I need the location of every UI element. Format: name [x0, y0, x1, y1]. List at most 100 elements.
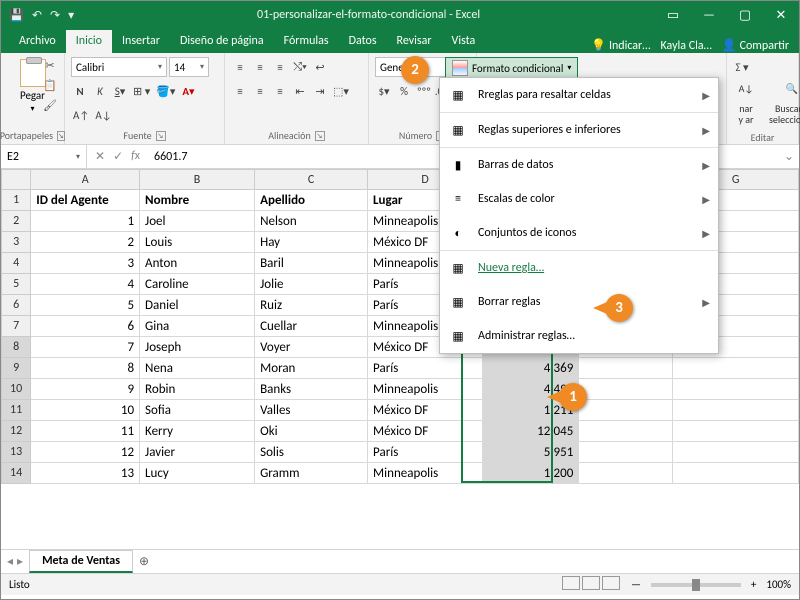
- tab-insertar[interactable]: Insertar: [112, 30, 170, 53]
- row-header[interactable]: 4: [2, 253, 31, 274]
- menu-item[interactable]: ▮ Barras de datos ▶: [440, 147, 718, 182]
- cell[interactable]: Baril: [255, 253, 368, 274]
- cell[interactable]: Minneapolis: [368, 463, 483, 484]
- col-header[interactable]: A: [31, 170, 140, 190]
- indent-inc-icon[interactable]: ⇥: [311, 81, 329, 101]
- cell[interactable]: 12,045: [483, 421, 579, 442]
- italic-button[interactable]: K: [91, 81, 109, 101]
- enter-icon[interactable]: ✓: [113, 149, 123, 164]
- cell[interactable]: 4,369: [483, 358, 579, 379]
- cell[interactable]: 6: [31, 316, 140, 337]
- tab-inicio[interactable]: Inicio: [66, 30, 112, 53]
- row-header[interactable]: 12: [2, 421, 31, 442]
- cell[interactable]: 13: [31, 463, 140, 484]
- cell[interactable]: [673, 463, 799, 484]
- cell[interactable]: Lucy: [140, 463, 255, 484]
- cell[interactable]: [673, 379, 799, 400]
- cell[interactable]: 3: [31, 253, 140, 274]
- cell[interactable]: 5,951: [483, 442, 579, 463]
- cell[interactable]: 8: [31, 358, 140, 379]
- orientation-icon[interactable]: ⤭▾: [291, 57, 309, 77]
- cell[interactable]: Robin: [140, 379, 255, 400]
- row-header[interactable]: 2: [2, 211, 31, 232]
- percent-icon[interactable]: %: [395, 81, 413, 101]
- cell[interactable]: 4: [31, 274, 140, 295]
- font-dialog-icon[interactable]: ↘: [156, 131, 166, 141]
- menu-item[interactable]: ≡ Escalas de color ▶: [440, 182, 718, 216]
- row-header[interactable]: 10: [2, 379, 31, 400]
- expand-formula-icon[interactable]: ⌄: [779, 149, 799, 164]
- col-header[interactable]: C: [255, 170, 368, 190]
- font-color-button[interactable]: A▾: [179, 81, 197, 101]
- maximize-button[interactable]: ▢: [727, 1, 763, 29]
- cell[interactable]: [579, 442, 673, 463]
- cell[interactable]: Ruiz: [255, 295, 368, 316]
- comma-icon[interactable]: ººº: [415, 81, 433, 101]
- minimize-button[interactable]: —: [691, 1, 727, 29]
- row-header[interactable]: 8: [2, 337, 31, 358]
- clipboard-dialog-icon[interactable]: ↘: [57, 131, 65, 141]
- row-header[interactable]: 14: [2, 463, 31, 484]
- qat-more-icon[interactable]: ▾: [68, 8, 74, 23]
- cell[interactable]: 1: [31, 211, 140, 232]
- cell[interactable]: Nombre: [140, 190, 255, 211]
- align-middle-icon[interactable]: ≡: [251, 57, 269, 77]
- cell[interactable]: Joel: [140, 211, 255, 232]
- cell[interactable]: [579, 358, 673, 379]
- cell[interactable]: Nena: [140, 358, 255, 379]
- cell[interactable]: Hay: [255, 232, 368, 253]
- cell[interactable]: Banks: [255, 379, 368, 400]
- cell[interactable]: Louis: [140, 232, 255, 253]
- cell[interactable]: Daniel: [140, 295, 255, 316]
- tab-revisar[interactable]: Revisar: [387, 30, 442, 53]
- underline-button[interactable]: S ▾: [111, 81, 129, 101]
- cell[interactable]: Apellido: [255, 190, 368, 211]
- tab-datos[interactable]: Datos: [339, 30, 387, 53]
- cell[interactable]: Jolie: [255, 274, 368, 295]
- cancel-icon[interactable]: ✕: [95, 149, 105, 164]
- row-header[interactable]: 1: [2, 190, 31, 211]
- find-select-button[interactable]: 🔍Buscar y seleccionar: [765, 81, 800, 127]
- menu-item[interactable]: ▦ Rreglas para resaltar celdas ▶: [440, 78, 718, 112]
- row-header[interactable]: 13: [2, 442, 31, 463]
- cell[interactable]: 11: [31, 421, 140, 442]
- cell[interactable]: [579, 463, 673, 484]
- cell[interactable]: Javier: [140, 442, 255, 463]
- row-header[interactable]: 11: [2, 400, 31, 421]
- cell[interactable]: [579, 421, 673, 442]
- cell[interactable]: 12: [31, 442, 140, 463]
- undo-icon[interactable]: ↶: [32, 8, 42, 23]
- menu-item[interactable]: ▦ Reglas superiores e inferiores ▶: [440, 112, 718, 147]
- copy-icon[interactable]: 📋: [41, 77, 59, 93]
- cell[interactable]: [673, 400, 799, 421]
- row-header[interactable]: 5: [2, 274, 31, 295]
- align-center-icon[interactable]: ≡: [251, 81, 269, 101]
- menu-item[interactable]: ▦ Nueva regla…: [440, 250, 718, 285]
- name-box[interactable]: E2▾: [1, 145, 87, 168]
- cell[interactable]: Sofia: [140, 400, 255, 421]
- cell[interactable]: ID del Agente: [31, 190, 140, 211]
- merge-icon[interactable]: ⬚▾: [331, 81, 351, 101]
- row-header[interactable]: 6: [2, 295, 31, 316]
- cell[interactable]: 5: [31, 295, 140, 316]
- font-name-combo[interactable]: Calibri▾: [71, 57, 167, 77]
- fill-color-button[interactable]: 🪣▾: [154, 81, 177, 101]
- align-top-icon[interactable]: ≡: [231, 57, 249, 77]
- cell[interactable]: [673, 421, 799, 442]
- cell[interactable]: Gramm: [255, 463, 368, 484]
- cell[interactable]: Caroline: [140, 274, 255, 295]
- cell[interactable]: 9: [31, 379, 140, 400]
- cell[interactable]: Anton: [140, 253, 255, 274]
- align-dialog-icon[interactable]: ↘: [315, 131, 325, 141]
- cell[interactable]: Kerry: [140, 421, 255, 442]
- cell[interactable]: Oki: [255, 421, 368, 442]
- cell[interactable]: Joseph: [140, 337, 255, 358]
- currency-icon[interactable]: $▾: [375, 81, 393, 101]
- cell[interactable]: 10: [31, 400, 140, 421]
- menu-item[interactable]: ◐ Conjuntos de iconos ▶: [440, 216, 718, 250]
- tab-diseno[interactable]: Diseño de página: [170, 30, 274, 53]
- zoom-level[interactable]: 100%: [766, 578, 791, 591]
- shrink-font-icon[interactable]: A↓: [93, 105, 113, 125]
- account-name[interactable]: Kayla Cla…: [661, 39, 712, 53]
- tab-vista[interactable]: Vista: [442, 30, 486, 53]
